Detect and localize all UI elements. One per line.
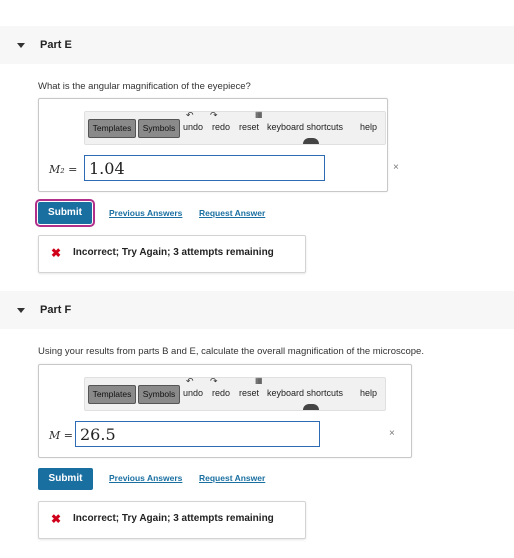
caret-down-icon[interactable]: [17, 308, 25, 313]
reset-button[interactable]: reset: [239, 122, 259, 132]
x-mark-icon: ✖: [51, 512, 62, 526]
help-button[interactable]: help: [360, 388, 377, 398]
help-button[interactable]: help: [360, 122, 377, 132]
clear-icon[interactable]: ×: [389, 428, 395, 439]
redo-button[interactable]: redo: [212, 122, 230, 132]
submit-button[interactable]: Submit: [38, 468, 93, 490]
request-answer-link[interactable]: Request Answer: [199, 473, 265, 483]
part-e-answer-box: Templates Symbols ↶ undo ↷ redo ▦ reset …: [38, 98, 399, 192]
undo-icon: ↶: [186, 376, 194, 386]
keyboard-indicator-icon: [303, 404, 319, 410]
variable-label: M₂ =: [49, 163, 78, 176]
feedback-text: Incorrect; Try Again; 3 attempts remaini…: [73, 247, 274, 258]
part-e-title: Part E: [40, 39, 72, 51]
part-e-question: What is the angular magnification of the…: [38, 81, 251, 92]
answer-input[interactable]: 26.5: [75, 421, 320, 447]
undo-icon: ↶: [186, 110, 194, 120]
redo-button[interactable]: redo: [212, 388, 230, 398]
keyboard-indicator-icon: [303, 138, 319, 144]
undo-button[interactable]: undo: [183, 122, 203, 132]
templates-button[interactable]: Templates: [88, 385, 136, 404]
keyboard-shortcuts-button[interactable]: keyboard shortcuts: [267, 122, 343, 132]
clear-icon[interactable]: ×: [393, 162, 399, 173]
part-f-title: Part F: [40, 304, 72, 316]
answer-input[interactable]: 1.04: [84, 155, 325, 181]
submit-button[interactable]: Submit: [35, 199, 95, 227]
reset-icon: ▦: [255, 376, 263, 385]
feedback-text: Incorrect; Try Again; 3 attempts remaini…: [73, 513, 274, 524]
part-f-header[interactable]: Part F: [0, 291, 514, 329]
redo-icon: ↷: [210, 376, 218, 386]
symbols-button[interactable]: Symbols: [138, 119, 180, 138]
feedback-message: ✖ Incorrect; Try Again; 3 attempts remai…: [38, 235, 306, 273]
part-e-header[interactable]: Part E: [0, 26, 514, 64]
math-toolbar: Templates Symbols ↶ undo ↷ redo ▦ reset …: [84, 376, 386, 411]
request-answer-link[interactable]: Request Answer: [199, 208, 265, 218]
redo-icon: ↷: [210, 110, 218, 120]
part-f-question: Using your results from parts B and E, c…: [38, 346, 424, 357]
math-toolbar: Templates Symbols ↶ undo ↷ redo ▦ reset …: [84, 110, 386, 145]
reset-button[interactable]: reset: [239, 388, 259, 398]
part-f-answer-box: Templates Symbols ↶ undo ↷ redo ▦ reset …: [38, 364, 412, 458]
feedback-message: ✖ Incorrect; Try Again; 3 attempts remai…: [38, 501, 306, 539]
previous-answers-link[interactable]: Previous Answers: [109, 208, 182, 218]
x-mark-icon: ✖: [51, 246, 62, 260]
keyboard-shortcuts-button[interactable]: keyboard shortcuts: [267, 388, 343, 398]
symbols-button[interactable]: Symbols: [138, 385, 180, 404]
variable-label: M =: [49, 429, 73, 442]
reset-icon: ▦: [255, 110, 263, 119]
undo-button[interactable]: undo: [183, 388, 203, 398]
caret-down-icon[interactable]: [17, 43, 25, 48]
templates-button[interactable]: Templates: [88, 119, 136, 138]
previous-answers-link[interactable]: Previous Answers: [109, 473, 182, 483]
